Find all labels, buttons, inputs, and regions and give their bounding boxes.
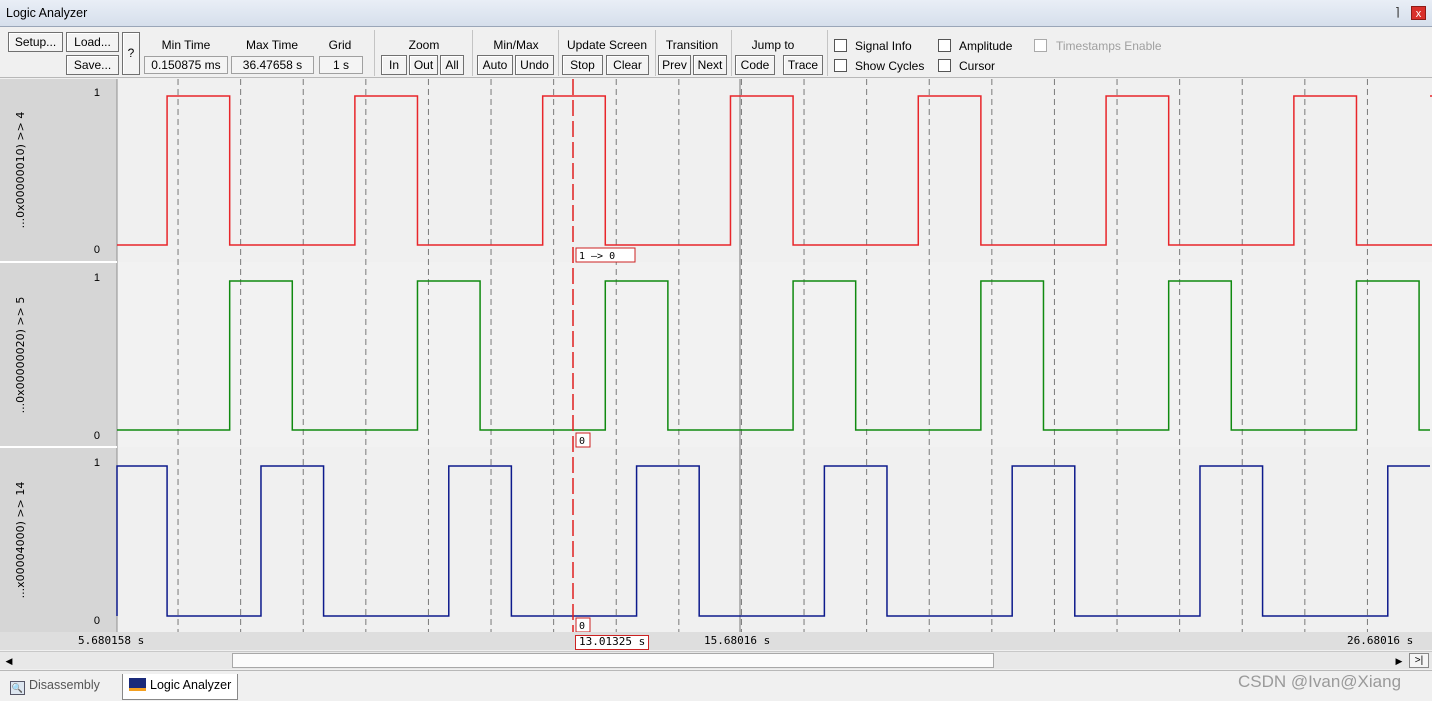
signal-2-cursor-value: 0: [579, 436, 585, 447]
save-button[interactable]: Save...: [66, 55, 119, 75]
jump-trace-button[interactable]: Trace: [783, 55, 823, 75]
separator: [731, 30, 732, 76]
separator: [827, 30, 828, 76]
watermark: CSDN @Ivan@Xiang: [1238, 672, 1402, 691]
row-2-background: [118, 262, 1432, 447]
time-axis-mid-label: 15.68016 s: [704, 634, 771, 647]
minmax-label: Min/Max: [493, 38, 539, 52]
cursor-checkbox[interactable]: [938, 59, 951, 72]
signal-info-label: Signal Info: [855, 39, 912, 53]
separator: [655, 30, 656, 76]
logic-analyzer-icon: [129, 678, 146, 691]
min-time-value: 0.150875 ms: [144, 56, 228, 74]
scrollbar-thumb[interactable]: [232, 653, 994, 668]
scroll-end-icon[interactable]: >|: [1409, 653, 1429, 668]
signal-3-cursor-value: 0: [579, 621, 585, 632]
signal-1-waveform: [117, 95, 1432, 246]
window-title: Logic Analyzer: [6, 6, 88, 20]
horizontal-scrollbar[interactable]: ◀ ▶ >|: [0, 651, 1432, 669]
help-button[interactable]: ?: [122, 32, 140, 75]
setup-button[interactable]: Setup...: [8, 32, 63, 52]
signal-2-label: ...0x00000020) >> 5: [14, 297, 27, 414]
row-separator: [0, 261, 117, 263]
time-axis-right-label: 26.68016 s: [1347, 634, 1414, 647]
tab-disassembly[interactable]: 🔍 Disassembly: [4, 674, 106, 700]
separator: [374, 30, 375, 76]
tab-logic-analyzer-label: Logic Analyzer: [150, 678, 232, 692]
timestamps-enable-label: Timestamps Enable: [1056, 39, 1162, 53]
zoom-all-button[interactable]: All: [440, 55, 464, 75]
separator: [558, 30, 559, 76]
amplitude-checkbox[interactable]: [938, 39, 951, 52]
transition-prev-button[interactable]: Prev: [658, 55, 691, 75]
signal-3-low-label: 0: [94, 615, 100, 627]
show-cycles-label: Show Cycles: [855, 59, 925, 73]
signal-info-checkbox[interactable]: [834, 39, 847, 52]
signal-3-high-label: 1: [94, 457, 100, 469]
load-button[interactable]: Load...: [66, 32, 119, 52]
timestamps-enable-checkbox: [1034, 39, 1047, 52]
max-time-value: 36.47658 s: [231, 56, 314, 74]
update-stop-button[interactable]: Stop: [562, 55, 603, 75]
cursor-label: Cursor: [959, 59, 996, 73]
disassembly-icon: 🔍: [10, 681, 25, 695]
separator: [472, 30, 473, 76]
jump-to-label: Jump to: [751, 38, 795, 52]
signal-1-label: ...0x00000010) >> 4: [14, 112, 27, 229]
scroll-right-icon[interactable]: ▶: [1393, 655, 1405, 667]
row-separator: [0, 446, 117, 448]
amplitude-label: Amplitude: [959, 39, 1013, 53]
signal-2-low-label: 0: [94, 430, 100, 442]
grid-value: 1 s: [319, 56, 363, 74]
signal-3-label: ...x00004000) >> 14: [14, 482, 27, 599]
update-clear-button[interactable]: Clear: [606, 55, 649, 75]
scroll-left-icon[interactable]: ◀: [3, 655, 15, 667]
close-button[interactable]: x: [1411, 6, 1426, 20]
minmax-auto-button[interactable]: Auto: [477, 55, 513, 75]
zoom-label: Zoom: [408, 38, 440, 52]
pin-icon[interactable]: ⌉: [1395, 5, 1400, 19]
signal-2-high-label: 1: [94, 272, 100, 284]
signal-1-low-label: 0: [94, 244, 100, 256]
grid-label: Grid: [328, 38, 352, 52]
waveform-canvas[interactable]: ...0x00000010) >> 4 1 0 1 —> 0 ...0x0000…: [0, 79, 1432, 633]
tab-disassembly-label: Disassembly: [29, 678, 100, 692]
toolbar: Setup... Load... Save... ? Min Time 0.15…: [0, 28, 1432, 78]
signal-1-cursor-value: 1 —> 0: [579, 251, 615, 262]
max-time-label: Max Time: [245, 38, 298, 52]
time-axis-cursor-label: 13.01325 s: [575, 635, 650, 650]
signal-3-waveform: [116, 465, 1430, 617]
minmax-undo-button[interactable]: Undo: [515, 55, 554, 75]
signal-1-high-label: 1: [94, 87, 100, 99]
time-axis-left-label: 5.680158 s: [78, 634, 145, 647]
time-axis: 5.680158 s 13.01325 s 15.68016 s 26.6801…: [0, 632, 1432, 650]
tab-logic-analyzer[interactable]: Logic Analyzer: [122, 674, 239, 700]
zoom-in-button[interactable]: In: [381, 55, 407, 75]
transition-next-button[interactable]: Next: [693, 55, 727, 75]
waveform-area[interactable]: ...0x00000010) >> 4 1 0 1 —> 0 ...0x0000…: [0, 79, 1432, 633]
jump-code-button[interactable]: Code: [735, 55, 775, 75]
zoom-out-button[interactable]: Out: [409, 55, 438, 75]
window-titlebar: Logic Analyzer ⌉ x: [0, 0, 1432, 27]
show-cycles-checkbox[interactable]: [834, 59, 847, 72]
min-time-label: Min Time: [161, 38, 211, 52]
tab-bar: 🔍 Disassembly Logic Analyzer: [0, 670, 1432, 701]
update-screen-label: Update Screen: [566, 38, 648, 52]
transition-label: Transition: [665, 38, 719, 52]
